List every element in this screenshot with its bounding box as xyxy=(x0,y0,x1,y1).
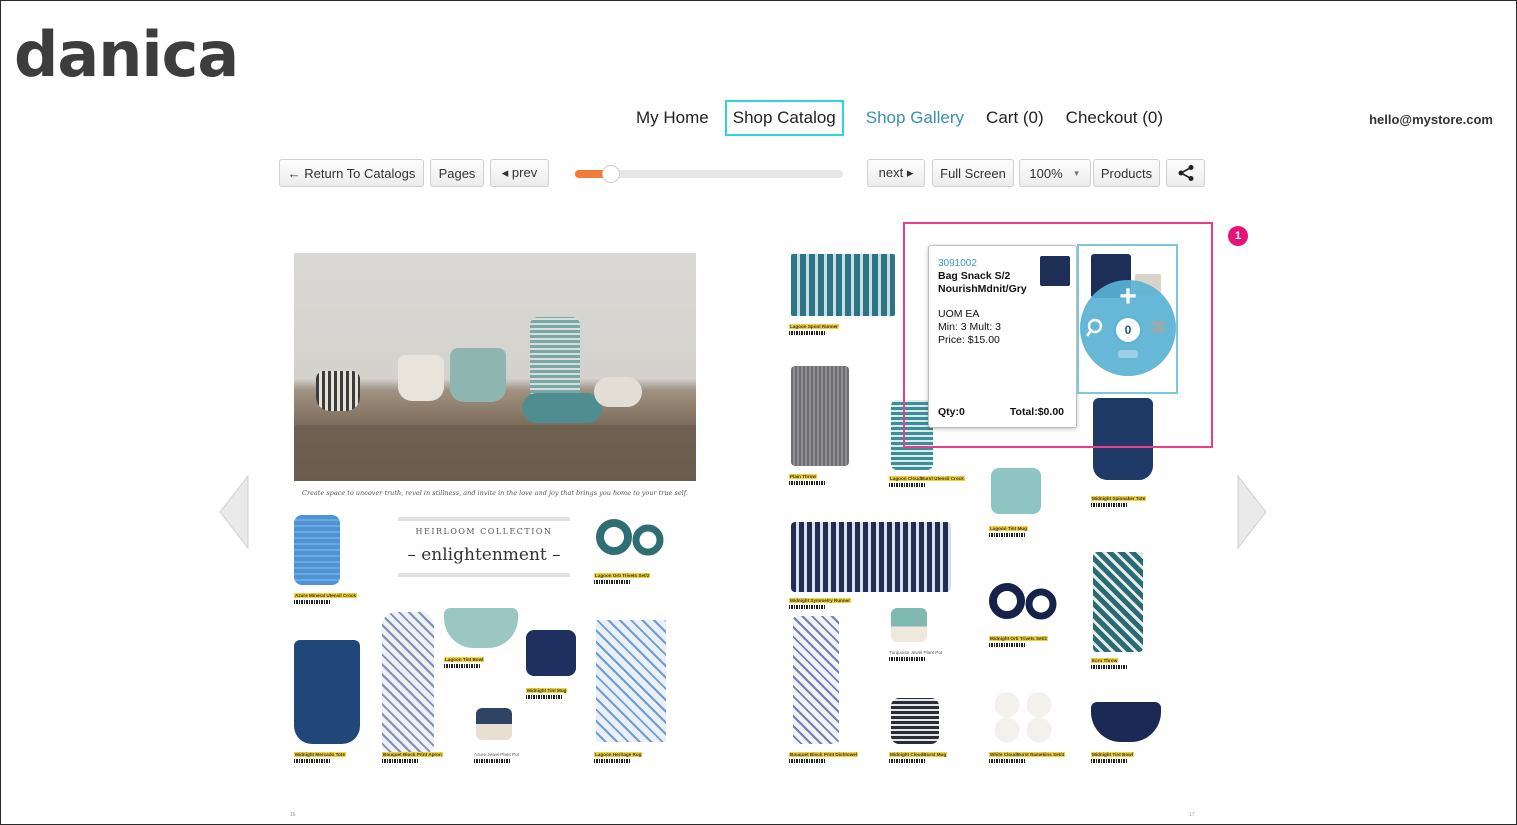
page-number: 17 xyxy=(1189,812,1195,818)
product-min-mult: Min: 3 Mult: 3 xyxy=(938,321,1002,333)
product-ecru-throw[interactable] xyxy=(1093,552,1143,652)
product-label[interactable]: Turquoise Jewel Plant Pot xyxy=(889,650,969,661)
decrease-qty-button[interactable] xyxy=(1118,350,1138,358)
product-label[interactable]: Bouquet Block Print Apron xyxy=(382,752,452,763)
product-bowl[interactable] xyxy=(444,608,518,648)
product-label[interactable]: Midnight Mercado Tote xyxy=(294,752,374,763)
nav-cart[interactable]: Cart (0) xyxy=(986,108,1044,128)
search-icon[interactable] xyxy=(1086,318,1106,338)
page-number: 16 xyxy=(290,812,296,818)
increase-qty-button[interactable]: + xyxy=(1116,282,1140,312)
nav-shop-gallery[interactable]: Shop Gallery xyxy=(866,108,964,128)
product-label[interactable]: Midnight Spinnaker Tote xyxy=(1091,496,1181,507)
product-utensil-crock[interactable] xyxy=(294,515,340,585)
product-label[interactable]: Lagoon Heritage Rug xyxy=(594,752,674,763)
annotation-badge: 1 xyxy=(1228,226,1248,246)
chevron-down-icon: ▼ xyxy=(1072,168,1081,178)
lifestyle-photo xyxy=(294,253,696,481)
product-midnight-trivets[interactable] xyxy=(989,576,1059,626)
pages-button[interactable]: Pages xyxy=(430,159,484,187)
product-trivets[interactable] xyxy=(596,512,666,562)
zoom-select[interactable]: 100% ▼ xyxy=(1019,159,1091,187)
product-plant-pot[interactable] xyxy=(476,708,512,740)
product-label[interactable]: White CloudBurst Ramekins Set/4 xyxy=(989,752,1069,763)
product-midnight-bowl[interactable] xyxy=(1091,702,1161,742)
page-slider-thumb[interactable] xyxy=(601,165,620,183)
product-label[interactable]: Ecru Throw xyxy=(1091,658,1171,669)
product-label[interactable]: Midnight Tint Mug xyxy=(526,688,596,699)
product-label[interactable]: Lagoon Spool Runner xyxy=(789,324,869,335)
product-symmetry-runner[interactable] xyxy=(791,522,951,592)
previous-page-arrow-icon[interactable] xyxy=(218,474,250,550)
product-turquoise-pot[interactable] xyxy=(891,608,927,642)
product-tote[interactable] xyxy=(294,640,360,744)
product-label[interactable]: Lagoon Orb Trivets Set/2 xyxy=(594,573,674,584)
product-label[interactable]: Azure Jewel Plant Pot xyxy=(474,752,544,763)
share-button[interactable] xyxy=(1166,159,1205,187)
close-icon[interactable]: ✖ xyxy=(1150,318,1167,338)
product-label[interactable]: Midnight Symmetry Runner xyxy=(789,598,869,609)
quantity-value[interactable]: 0 xyxy=(1114,316,1142,344)
zoom-value: 100% xyxy=(1029,165,1063,181)
product-label[interactable]: Lagoon Tint Mug xyxy=(989,526,1059,537)
product-ramekins[interactable] xyxy=(991,688,1055,744)
prev-button[interactable]: ◂ prev xyxy=(490,159,549,187)
product-dishtowel[interactable] xyxy=(793,616,839,744)
products-button[interactable]: Products xyxy=(1093,159,1160,187)
collection-title: – enlightenment – xyxy=(398,545,570,577)
collection-label: HEIRLOOM COLLECTION xyxy=(398,517,570,536)
product-thumbnail xyxy=(1040,256,1070,286)
product-label[interactable]: Midnight Orb Trivets Set/2 xyxy=(989,636,1069,647)
product-label[interactable]: Plain Throw xyxy=(789,474,859,485)
product-runner[interactable] xyxy=(791,254,895,316)
product-label[interactable]: Midnight Tint Bowl xyxy=(1091,752,1171,763)
page-slider[interactable] xyxy=(575,165,843,183)
product-cloudburst-mug[interactable] xyxy=(891,698,939,744)
product-label[interactable]: Lagoon CloudBurst Utensil Crock xyxy=(889,476,979,487)
product-qty: Qty:0 xyxy=(938,406,965,418)
brand-logo[interactable]: danica xyxy=(14,18,239,91)
full-screen-button[interactable]: Full Screen xyxy=(932,159,1014,187)
catalog-left-page: Create space to uncover truth, revel in … xyxy=(286,240,716,818)
return-to-catalogs-button[interactable]: ← Return To Catalogs xyxy=(279,159,424,187)
nav-my-home[interactable]: My Home xyxy=(636,108,709,128)
product-rug[interactable] xyxy=(596,620,666,742)
product-price: Price: $15.00 xyxy=(938,334,1000,346)
product-label[interactable]: Azure Mineral Utensil Crock xyxy=(294,593,374,604)
quantity-wheel: + 0 ✖ xyxy=(1080,280,1176,376)
main-nav: My Home Shop Catalog Shop Gallery Cart (… xyxy=(636,98,1185,138)
nav-shop-catalog[interactable]: Shop Catalog xyxy=(724,100,844,136)
share-icon xyxy=(1178,165,1193,181)
nav-checkout[interactable]: Checkout (0) xyxy=(1066,108,1163,128)
product-total: Total:$0.00 xyxy=(1009,406,1064,418)
product-label[interactable]: Midnight CloudBurst Mug xyxy=(889,752,969,763)
product-label[interactable]: Bouquet Block Print Dishtowel xyxy=(789,752,869,763)
account-email[interactable]: hello@mystore.com xyxy=(1369,112,1493,127)
product-throw[interactable] xyxy=(791,366,849,466)
product-mug[interactable] xyxy=(526,630,576,676)
tagline-text: Create space to uncover truth, revel in … xyxy=(302,489,688,497)
product-apron[interactable] xyxy=(382,612,434,752)
product-uom: UOM EA xyxy=(938,308,980,320)
product-mug-lagoon[interactable] xyxy=(991,468,1041,514)
product-label[interactable]: Lagoon Tint Bowl xyxy=(444,657,514,668)
next-page-arrow-icon[interactable] xyxy=(1236,474,1268,550)
next-button[interactable]: next ▸ xyxy=(867,159,925,187)
